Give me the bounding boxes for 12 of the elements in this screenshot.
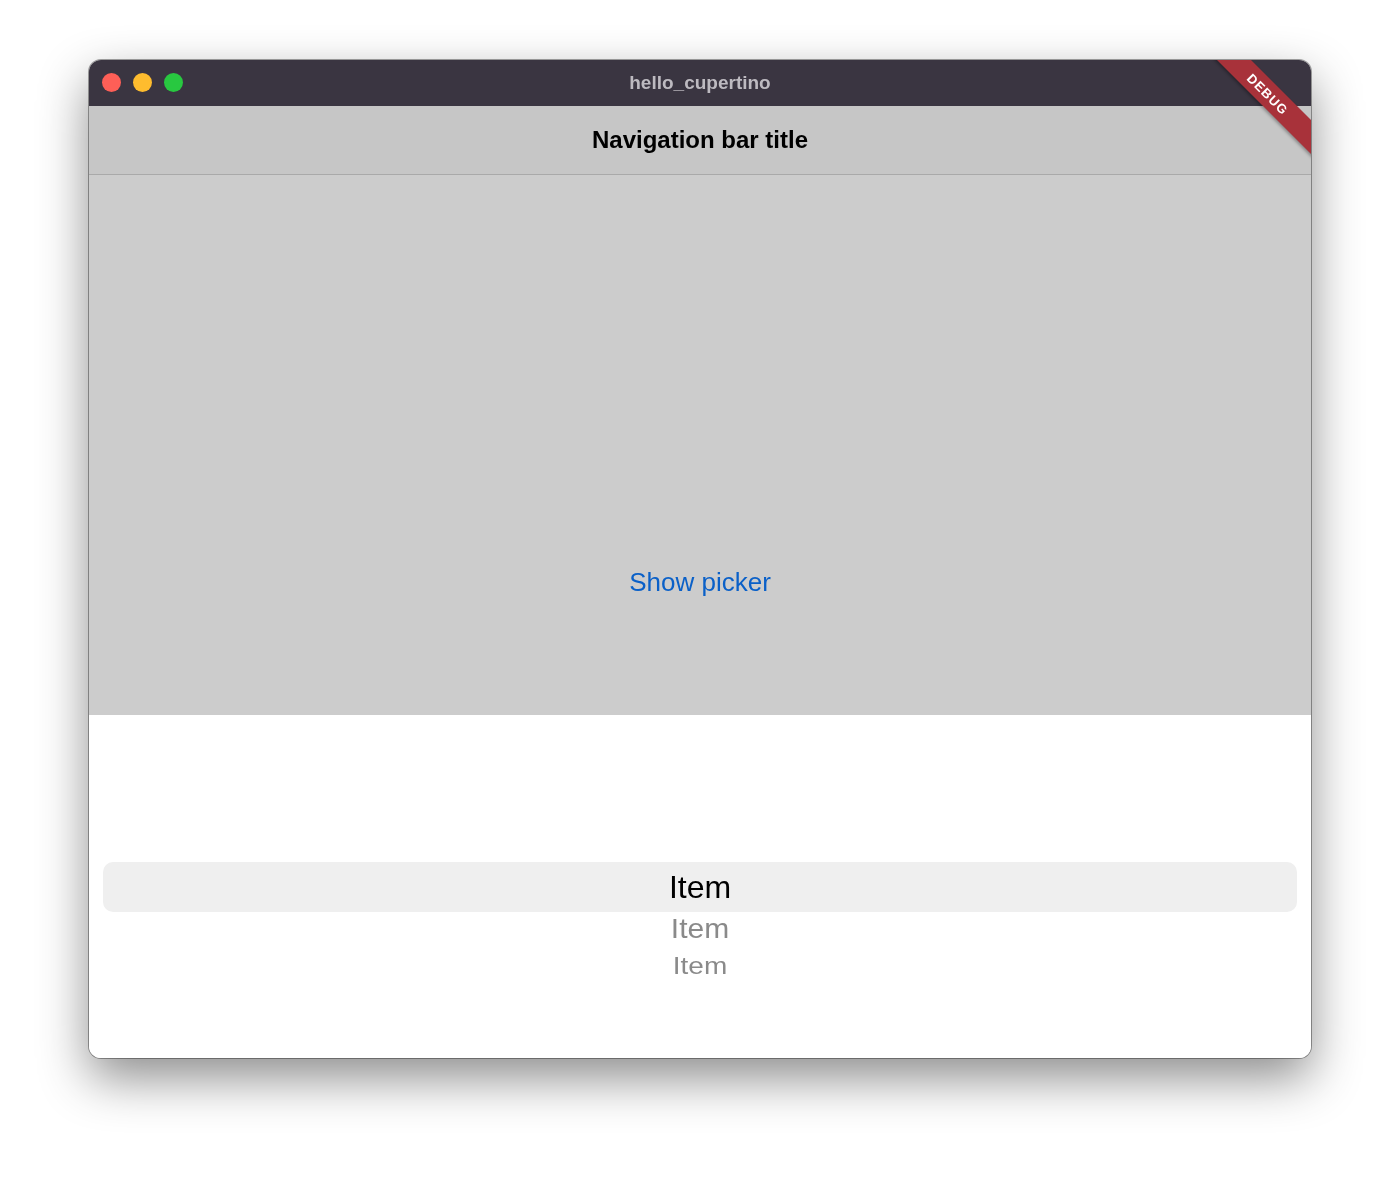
picker-row[interactable]: Item: [103, 946, 1297, 986]
show-picker-button[interactable]: Show picker: [621, 563, 779, 602]
picker-item-label: Item: [672, 952, 728, 980]
picker-item-label: Item: [670, 913, 730, 945]
maximize-icon[interactable]: [164, 73, 183, 92]
close-icon[interactable]: [102, 73, 121, 92]
minimize-icon[interactable]: [133, 73, 152, 92]
picker-row[interactable]: Item: [103, 912, 1297, 946]
window-title: hello_cupertino: [629, 72, 771, 94]
navigation-bar-title: Navigation bar title: [591, 126, 808, 154]
picker-selection-row[interactable]: Item: [103, 862, 1297, 912]
picker-item-label: Item: [668, 868, 732, 906]
